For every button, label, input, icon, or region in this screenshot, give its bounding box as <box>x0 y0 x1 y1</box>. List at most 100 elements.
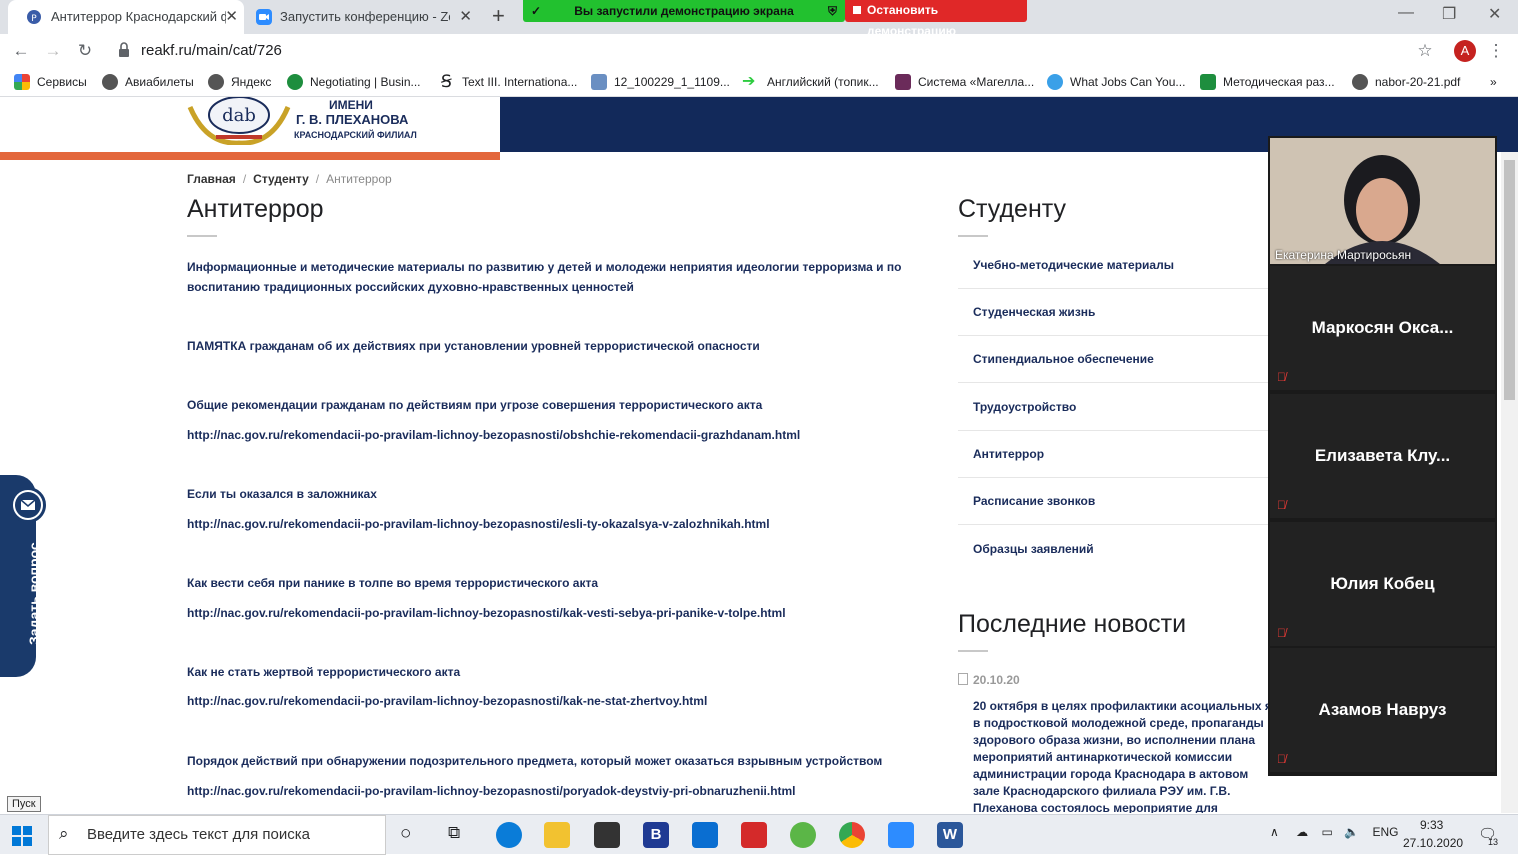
bookmark-item[interactable]: Negotiating | Busin... <box>310 75 421 89</box>
minimize-icon[interactable]: — <box>1398 4 1414 22</box>
scroll-thumb[interactable] <box>1504 160 1515 400</box>
participant-tile[interactable]: Юлия Кобец 🎙̸ <box>1270 522 1495 646</box>
stop-share-button[interactable]: Остановить демонстрацию <box>845 0 1027 38</box>
clock-date[interactable]: 27.10.2020 <box>1403 836 1463 850</box>
sidebar-title: Студенту <box>958 195 1066 223</box>
windows-taskbar: ⌕ Введите здесь текст для поиска ○ ⧉ B W… <box>0 814 1518 855</box>
network-icon[interactable]: ☁ <box>1296 825 1308 839</box>
doc-link[interactable]: Информационные и методические материалы … <box>187 257 907 297</box>
stop-share-label: Остановить демонстрацию <box>867 3 956 38</box>
office-icon[interactable] <box>741 822 767 848</box>
url-link[interactable]: http://nac.gov.ru/rekomendacii-po-pravil… <box>187 425 800 445</box>
url-link[interactable]: http://nac.gov.ru/rekomendacii-po-pravil… <box>187 514 770 534</box>
store-icon[interactable] <box>594 822 620 848</box>
bookmark-item[interactable]: Английский (топик... <box>767 75 879 89</box>
browser-toolbar: ← → ↻ reakf.ru/main/cat/726 ☆ A ⋮ <box>0 34 1518 68</box>
task-view-icon[interactable]: ⧉ <box>448 823 460 843</box>
muted-mic-icon: 🎙̸ <box>1277 370 1286 384</box>
participant-video[interactable]: Екатерина Мартиросьян <box>1270 138 1495 264</box>
close-tab-icon[interactable]: ✕ <box>459 0 472 34</box>
lock-icon[interactable] <box>118 42 130 58</box>
breadcrumb-section[interactable]: Студенту <box>253 172 309 186</box>
url-link[interactable]: http://nac.gov.ru/rekomendacii-po-pravil… <box>187 781 796 801</box>
chevron-up-icon[interactable]: ∧ <box>1270 825 1279 839</box>
mail-icon[interactable] <box>692 822 718 848</box>
participant-tile[interactable]: Азамов Навруз 🎙̸ <box>1270 648 1495 772</box>
doc-link[interactable]: Общие рекомендации гражданам по действия… <box>187 395 762 415</box>
doc-link[interactable]: Если ты оказался в заложниках <box>187 484 377 504</box>
edge-icon[interactable] <box>496 822 522 848</box>
new-tab-button[interactable]: + <box>492 3 505 29</box>
notification-count: 13 <box>1488 837 1499 847</box>
news-text[interactable]: 20 октября в целях профилактики асоциаль… <box>973 698 1273 813</box>
file-explorer-icon[interactable] <box>544 822 570 848</box>
taskbar-search[interactable]: ⌕ Введите здесь текст для поиска <box>48 815 386 855</box>
utorrent-icon[interactable] <box>790 822 816 848</box>
doc-link[interactable]: Порядок действий при обнаружении подозри… <box>187 751 882 771</box>
screen-share-text: Вы запустили демонстрацию экрана <box>574 4 794 18</box>
language-indicator[interactable]: ENG <box>1372 825 1398 839</box>
windows-start-icon[interactable] <box>12 826 32 846</box>
url-link[interactable]: http://nac.gov.ru/rekomendacii-po-pravil… <box>187 691 707 711</box>
more-bookmarks-icon[interactable]: » <box>1490 75 1497 89</box>
sidebar-item-schedule[interactable]: Расписание звонков <box>958 478 1273 525</box>
bookmark-item[interactable]: What Jobs Can You... <box>1070 75 1185 89</box>
logo-line-2: Г. В. ПЛЕХАНОВА <box>296 112 409 127</box>
doc-link[interactable]: Как вести себя при панике в толпе во вре… <box>187 573 598 593</box>
back-icon[interactable]: ← <box>11 41 31 61</box>
bookmark-star-icon[interactable]: ☆ <box>1415 41 1435 61</box>
ask-question-label[interactable]: Задать вопрос <box>26 542 42 645</box>
url-link[interactable]: http://nac.gov.ru/rekomendacii-po-pravil… <box>187 603 786 623</box>
word-icon[interactable]: W <box>937 822 963 848</box>
search-placeholder: Введите здесь текст для поиска <box>87 826 310 843</box>
participant-tile[interactable]: Маркосян Окса... 🎙̸ <box>1270 266 1495 390</box>
cortana-icon[interactable]: ○ <box>400 823 411 845</box>
bookmark-item[interactable]: 12_100229_1_1109... <box>614 75 730 89</box>
sidebar-item-employment[interactable]: Трудоустройство <box>958 384 1273 431</box>
svg-text:dab: dab <box>222 105 256 126</box>
chrome-icon[interactable] <box>839 822 865 848</box>
volume-icon[interactable]: 🔈 <box>1344 825 1359 839</box>
university-emblem-icon[interactable]: dab <box>186 97 292 145</box>
bookmark-item[interactable]: Text III. Internationa... <box>462 75 577 89</box>
bookmark-item[interactable]: Методическая раз... <box>1223 75 1335 89</box>
doc-link[interactable]: ПАМЯТКА гражданам об их действиях при ус… <box>187 336 760 356</box>
muted-mic-icon: 🎙̸ <box>1277 626 1286 640</box>
profile-avatar[interactable]: A <box>1454 40 1476 62</box>
tab-antiterror[interactable]: P Антитеррор Краснодарский фи ✕ <box>8 0 244 34</box>
participant-tile[interactable]: Елизавета Клу... 🎙̸ <box>1270 394 1495 518</box>
clover-icon <box>287 74 303 90</box>
doc-link[interactable]: Как не стать жертвой террористического а… <box>187 662 460 682</box>
bookmark-item[interactable]: Сервисы <box>37 75 87 89</box>
menu-icon[interactable]: ⋮ <box>1486 41 1506 61</box>
sidebar-item-materials[interactable]: Учебно-методические материалы <box>958 242 1273 289</box>
sidebar-item-forms[interactable]: Образцы заявлений <box>958 526 1273 573</box>
forward-icon[interactable]: → <box>43 41 63 61</box>
participant-name: Маркосян Окса... <box>1311 318 1454 337</box>
scrollbar[interactable] <box>1501 152 1518 813</box>
news-heading: Последние новости <box>958 610 1187 638</box>
close-window-icon[interactable]: ✕ <box>1488 4 1501 24</box>
reload-icon[interactable]: ↻ <box>75 41 95 61</box>
battery-icon[interactable]: ▭ <box>1321 825 1332 839</box>
sidebar-item-antiterror[interactable]: Антитеррор <box>958 431 1273 478</box>
vk-app-icon[interactable]: B <box>643 822 669 848</box>
bookmark-item[interactable]: Авиабилеты <box>125 75 194 89</box>
sidebar-item-student-life[interactable]: Студенческая жизнь <box>958 289 1273 336</box>
globe-icon <box>102 74 118 90</box>
clock-time[interactable]: 9:33 <box>1420 818 1443 832</box>
bookmark-item[interactable]: Яндекс <box>231 75 271 89</box>
system-tray[interactable]: ∧ ☁ ▭ 🔈 ENG <box>1270 825 1398 839</box>
maximize-icon[interactable]: ❐ <box>1442 4 1456 24</box>
close-tab-icon[interactable]: ✕ <box>225 0 238 34</box>
envelope-icon[interactable] <box>10 487 46 523</box>
muted-mic-icon: 🎙̸ <box>1277 752 1286 766</box>
address-bar[interactable]: reakf.ru/main/cat/726 <box>141 42 282 59</box>
tab-zoom[interactable]: Запустить конференцию - Zoom ✕ <box>246 0 482 34</box>
sidebar-item-scholarship[interactable]: Стипендиальное обеспечение <box>958 336 1273 383</box>
participant-name: Азамов Навруз <box>1318 700 1447 719</box>
bookmark-item[interactable]: nabor-20-21.pdf <box>1375 75 1460 89</box>
zoom-icon[interactable] <box>888 822 914 848</box>
bookmark-item[interactable]: Система «Магелла... <box>918 75 1034 89</box>
breadcrumb-home[interactable]: Главная <box>187 172 236 186</box>
